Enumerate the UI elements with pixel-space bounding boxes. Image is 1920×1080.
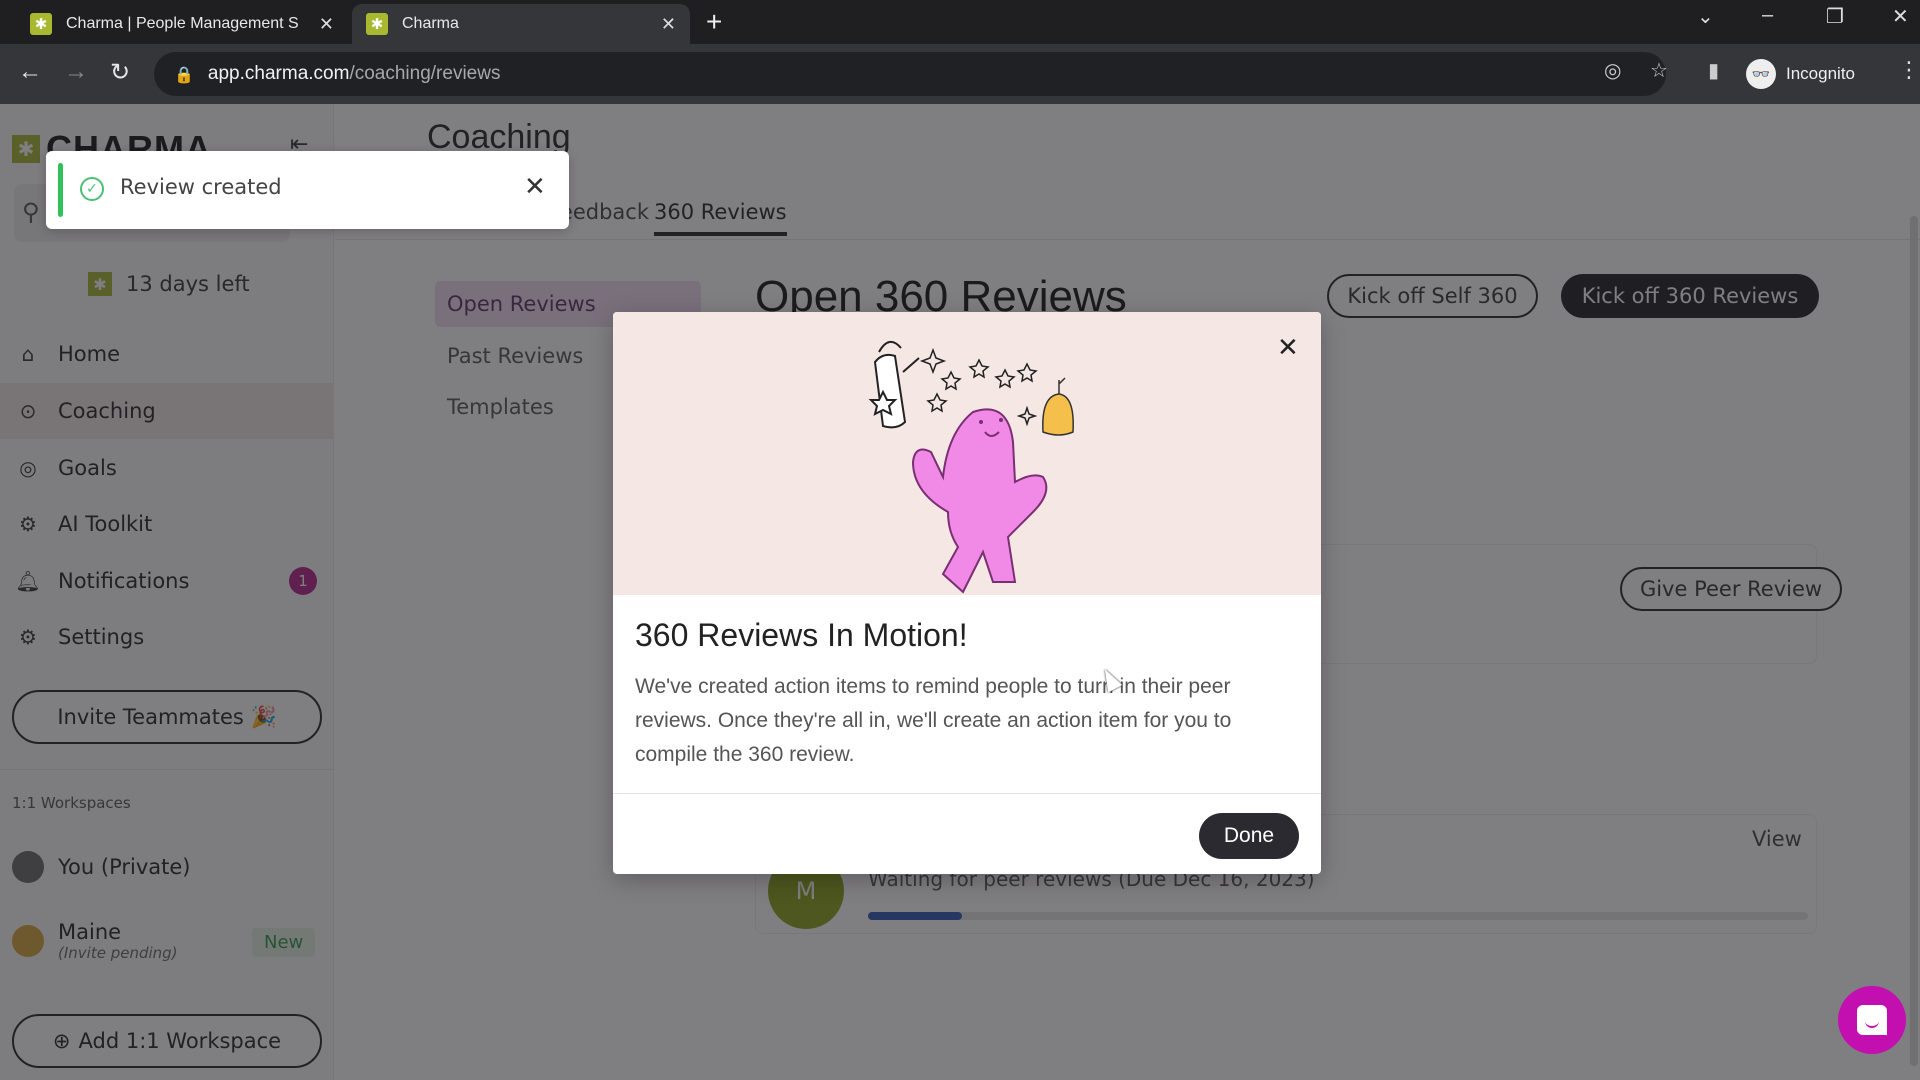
restore-icon[interactable]: ❐: [1826, 4, 1844, 29]
browser-tab-bar: ✱ Charma | People Management S ✕ ✱ Charm…: [0, 0, 1920, 44]
close-tab-icon[interactable]: ✕: [661, 14, 676, 35]
toast-message: Review created: [120, 175, 282, 199]
yellow-buddy: [1042, 393, 1074, 436]
browser-tab-active[interactable]: ✱ Charma ✕: [352, 4, 690, 44]
new-tab-plus-icon[interactable]: +: [706, 6, 722, 38]
toast-accent-bar: [58, 163, 63, 217]
incognito-label: Incognito: [1786, 64, 1855, 83]
browser-tab[interactable]: ✱ Charma | People Management S ✕: [16, 4, 348, 44]
watering-can-icon: [868, 341, 920, 429]
incognito-profile[interactable]: 👓 Incognito: [1746, 56, 1855, 92]
dancing-character-illustration: [868, 341, 1074, 594]
chat-bubble-icon: [1857, 1005, 1887, 1035]
browser-menu-icon[interactable]: ⋮: [1898, 58, 1920, 83]
forward-arrow-icon[interactable]: →: [64, 58, 88, 86]
reload-icon[interactable]: ↻: [110, 58, 130, 87]
done-button[interactable]: Done: [1199, 813, 1299, 859]
address-bar[interactable]: 🔒 app.charma.com/coaching/reviews: [154, 52, 1666, 96]
tab-title: Charma: [402, 15, 459, 32]
close-tab-icon[interactable]: ✕: [319, 14, 334, 35]
success-modal: ✕ 360 Reviews In Motion! We've created a…: [613, 312, 1321, 874]
modal-close-icon[interactable]: ✕: [1277, 332, 1299, 363]
toast-notification: ✓ Review created ✕: [46, 151, 569, 229]
lock-icon: 🔒: [174, 64, 194, 84]
url-host: app.charma.com: [207, 63, 350, 84]
incognito-icon: 👓: [1746, 59, 1776, 89]
side-panel-icon[interactable]: ▮: [1708, 58, 1719, 82]
bookmark-star-icon[interactable]: ☆: [1650, 58, 1668, 82]
tracking-blocked-eye-icon[interactable]: ◎: [1604, 58, 1621, 82]
toast-close-icon[interactable]: ✕: [524, 171, 546, 202]
close-window-icon[interactable]: ✕: [1892, 4, 1909, 29]
celebration-illustration: [613, 312, 1321, 595]
check-circle-icon: ✓: [80, 177, 104, 201]
charma-favicon-icon: ✱: [366, 13, 388, 35]
modal-body: We've created action items to remind peo…: [635, 675, 1232, 766]
tab-title: Charma | People Management S: [66, 15, 299, 32]
back-arrow-icon[interactable]: ←: [18, 58, 42, 86]
modal-title: 360 Reviews In Motion!: [635, 617, 968, 653]
browser-toolbar: ← → ↻ 🔒 app.charma.com/coaching/reviews …: [0, 44, 1920, 104]
chat-support-button[interactable]: [1838, 986, 1906, 1054]
pink-character: [911, 408, 1048, 594]
charma-favicon-icon: ✱: [30, 13, 52, 35]
url-path: /coaching/reviews: [349, 63, 501, 84]
tab-search-chevron-icon[interactable]: ⌄: [1697, 4, 1714, 29]
minimize-icon[interactable]: –: [1762, 4, 1773, 27]
modal-divider: [613, 793, 1321, 794]
